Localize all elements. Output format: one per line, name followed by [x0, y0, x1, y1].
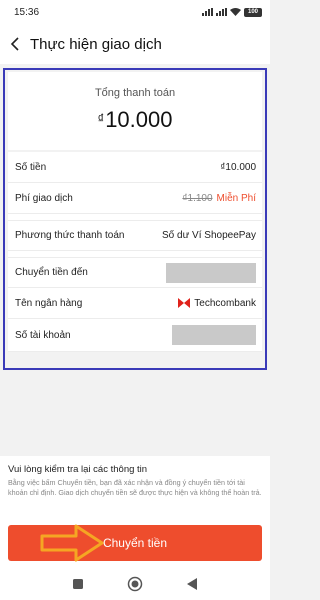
header: Thực hiện giao dịch — [0, 24, 270, 64]
total-value: 10.000 — [105, 107, 173, 132]
signal-icon-2 — [216, 8, 227, 16]
status-time: 15:36 — [14, 6, 40, 18]
total-amount: ₫10.000 — [8, 107, 262, 133]
recipient-row: Chuyển tiền đến — [8, 257, 262, 288]
notice-body: Bằng việc bấm Chuyển tiền, bạn đã xác nh… — [8, 478, 262, 497]
bank-row: Tên ngân hàng Techcombank — [8, 288, 262, 319]
square-nav-icon[interactable] — [70, 576, 86, 592]
back-arrow-icon[interactable] — [8, 36, 24, 52]
notice: Vui lòng kiểm tra lại các thông tin Bằng… — [0, 456, 270, 520]
total-summary: Tổng thanh toán ₫10.000 — [8, 72, 262, 150]
amount-row: Số tiền ₫10.000 — [8, 152, 262, 183]
detail-rows: Số tiền ₫10.000 Phí giao dịch ₫1.100 Miễn… — [8, 152, 262, 352]
transfer-button[interactable]: Chuyển tiền — [8, 525, 262, 561]
amount-value: ₫10.000 — [220, 161, 256, 173]
total-label: Tổng thanh toán — [94, 87, 176, 99]
bank-value: Techcombank — [194, 297, 256, 309]
amount-label: Số tiền — [15, 161, 47, 173]
fee-label: Phí giao dịch — [15, 192, 73, 204]
transaction-details: Tổng thanh toán ₫10.000 Số tiền ₫10.000 … — [3, 68, 267, 370]
page-title: Thực hiện giao dịch — [30, 35, 162, 53]
system-nav-bar — [0, 568, 270, 600]
techcombank-logo — [178, 298, 191, 308]
back-nav-icon[interactable] — [184, 576, 200, 592]
fee-value: Miễn Phí — [216, 192, 256, 204]
fee-old-value: ₫1.100 — [182, 192, 213, 204]
recipient-label: Chuyển tiền đến — [15, 267, 88, 278]
status-bar: 15:36 100 — [0, 0, 270, 24]
battery-icon: 100 — [244, 7, 262, 17]
home-nav-icon[interactable] — [127, 576, 143, 592]
signal-icon — [202, 8, 213, 16]
method-label: Phương thức thanh toán — [15, 230, 125, 241]
account-row: Số tài khoản — [8, 319, 262, 352]
method-value: Số dư Ví ShopeePay — [162, 230, 256, 241]
bank-label: Tên ngân hàng — [15, 297, 83, 309]
account-redacted — [172, 325, 256, 345]
wifi-icon — [230, 8, 241, 16]
fee-row: Phí giao dịch ₫1.100 Miễn Phí — [8, 183, 262, 214]
account-label: Số tài khoản — [15, 329, 71, 341]
footer: Chuyển tiền — [0, 520, 270, 568]
recipient-redacted — [166, 262, 256, 283]
notice-title: Vui lòng kiểm tra lại các thông tin — [8, 464, 148, 475]
method-row: Phương thức thanh toán Số dư Ví ShopeePa… — [8, 220, 262, 251]
currency-symbol: ₫ — [97, 111, 105, 126]
